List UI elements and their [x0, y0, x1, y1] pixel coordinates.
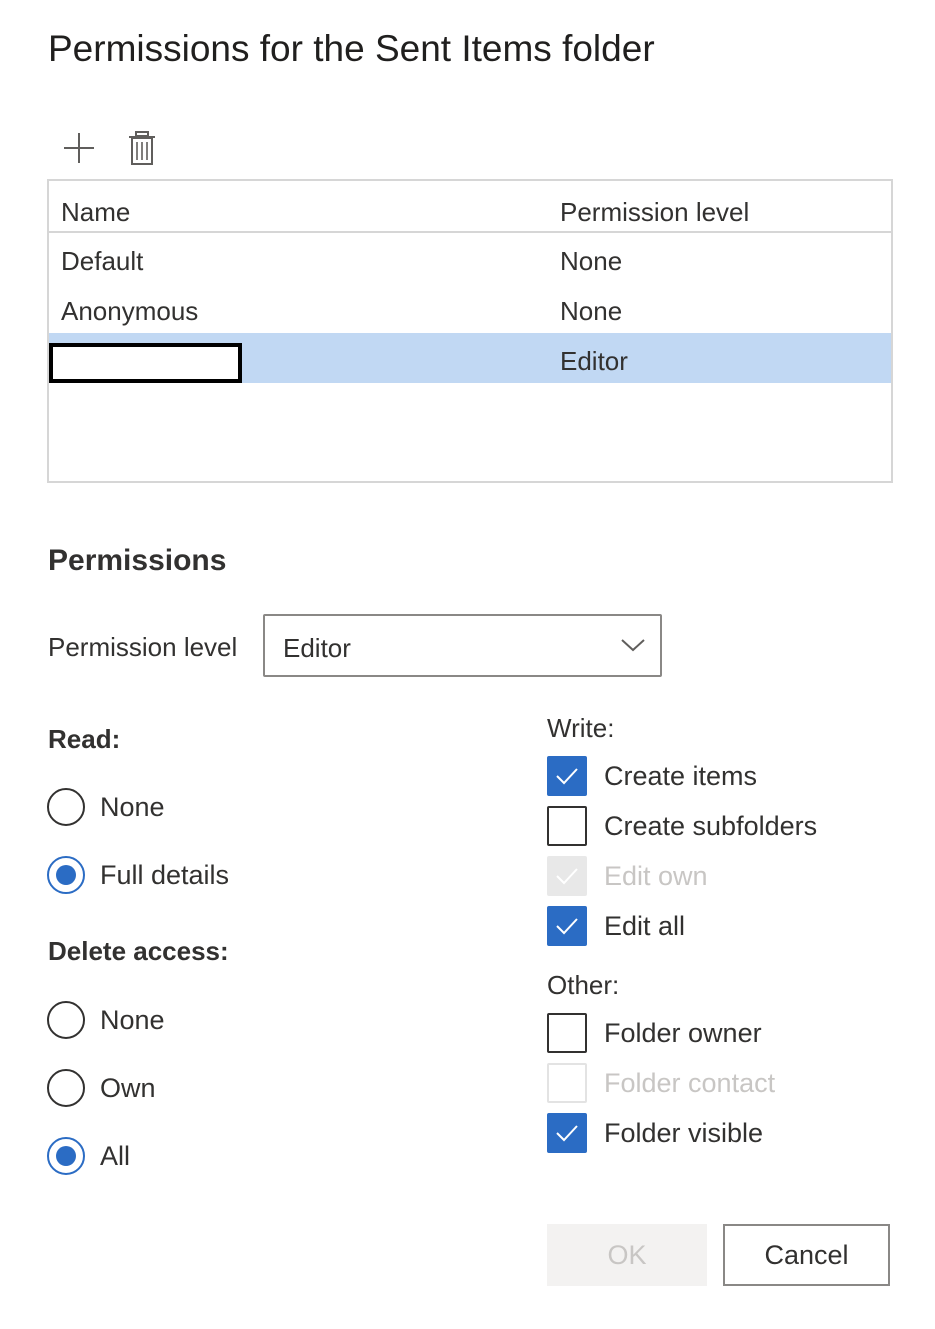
- create-subfolders-checkbox[interactable]: [547, 806, 587, 846]
- folder-contact-checkbox: [547, 1063, 587, 1103]
- folder-owner-label: Folder owner: [604, 1018, 762, 1048]
- add-permission-button[interactable]: [57, 126, 101, 170]
- row-name: Default: [61, 246, 144, 276]
- read-full-details-radio[interactable]: [47, 856, 85, 894]
- delete-access-label: Delete access:: [48, 936, 229, 966]
- edit-own-label: Edit own: [604, 861, 708, 891]
- delete-all-label: All: [100, 1141, 131, 1171]
- permission-level-label: Permission level: [48, 632, 238, 662]
- permission-level-value: Editor: [283, 633, 351, 663]
- folder-visible-checkbox[interactable]: [547, 1113, 587, 1153]
- create-items-label: Create items: [604, 761, 758, 791]
- redacted-name: [49, 343, 242, 383]
- table-header: Name Permission level: [49, 181, 891, 233]
- checkmark-icon: [556, 1125, 578, 1142]
- create-subfolders-label: Create subfolders: [604, 811, 818, 841]
- folder-owner-checkbox[interactable]: [547, 1013, 587, 1053]
- chevron-down-icon: [621, 639, 645, 652]
- checkmark-icon: [556, 768, 578, 785]
- write-label: Write:: [547, 713, 615, 743]
- read-none-label: None: [100, 792, 165, 822]
- ok-button[interactable]: OK: [547, 1224, 707, 1286]
- cancel-button[interactable]: Cancel: [723, 1224, 890, 1286]
- plus-icon: [64, 133, 94, 163]
- dialog-title: Permissions for the Sent Items folder: [48, 28, 655, 69]
- delete-permission-button[interactable]: [120, 126, 164, 170]
- read-label: Read:: [48, 724, 121, 754]
- other-label: Other:: [547, 970, 620, 1000]
- edit-all-label: Edit all: [604, 911, 686, 941]
- table-row-selected[interactable]: Editor: [49, 333, 891, 383]
- delete-own-radio[interactable]: [47, 1069, 85, 1107]
- permission-level-dropdown[interactable]: Editor: [263, 614, 662, 677]
- edit-all-checkbox[interactable]: [547, 906, 587, 946]
- delete-own-label: Own: [100, 1073, 156, 1103]
- folder-visible-label: Folder visible: [604, 1118, 764, 1148]
- folder-contact-label: Folder contact: [604, 1068, 776, 1098]
- row-permission-level: Editor: [560, 346, 628, 376]
- checkmark-icon: [556, 918, 578, 935]
- row-permission-level: None: [560, 296, 623, 326]
- trash-icon: [129, 131, 155, 165]
- row-name: Anonymous: [61, 296, 199, 326]
- read-full-details-label: Full details: [100, 860, 230, 890]
- table-row[interactable]: Default None: [49, 233, 891, 283]
- table-row[interactable]: Anonymous None: [49, 283, 891, 333]
- permissions-heading: Permissions: [48, 544, 227, 577]
- edit-own-checkbox: [547, 856, 587, 896]
- column-header-name[interactable]: Name: [61, 197, 130, 228]
- row-permission-level: None: [560, 246, 623, 276]
- read-none-radio[interactable]: [47, 788, 85, 826]
- delete-none-radio[interactable]: [47, 1001, 85, 1039]
- create-items-checkbox[interactable]: [547, 756, 587, 796]
- delete-all-radio[interactable]: [47, 1137, 85, 1175]
- permissions-table: Name Permission level Default None Anony…: [47, 179, 893, 483]
- column-header-permission-level[interactable]: Permission level: [560, 197, 749, 228]
- checkmark-icon: [556, 868, 578, 885]
- delete-none-label: None: [100, 1005, 165, 1035]
